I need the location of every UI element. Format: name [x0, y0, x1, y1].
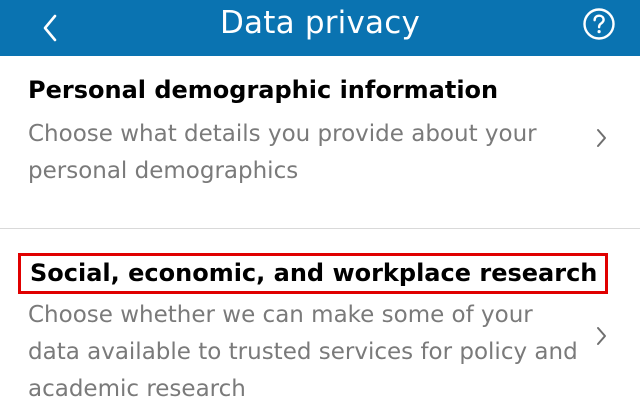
chevron-right-icon: [597, 327, 606, 345]
app-header: Data privacy: [0, 0, 640, 56]
chevron-right-icon: [597, 129, 606, 147]
help-button[interactable]: [580, 5, 618, 43]
personal-demographic-title: Personal demographic information: [28, 76, 499, 104]
research-row[interactable]: Social, economic, and workplace research…: [0, 229, 640, 407]
page-title: Data privacy: [219, 5, 421, 41]
question-circle-icon: [583, 8, 615, 40]
data-privacy-screen: Data privacy Personal demographic inform…: [0, 0, 640, 407]
research-title: Social, economic, and workplace research: [18, 253, 609, 294]
personal-demographic-row[interactable]: Personal demographic information Choose …: [0, 56, 640, 229]
personal-demographic-description: Choose what details you provide about yo…: [28, 121, 537, 184]
research-description: Choose whether we can make some of your …: [28, 302, 578, 402]
